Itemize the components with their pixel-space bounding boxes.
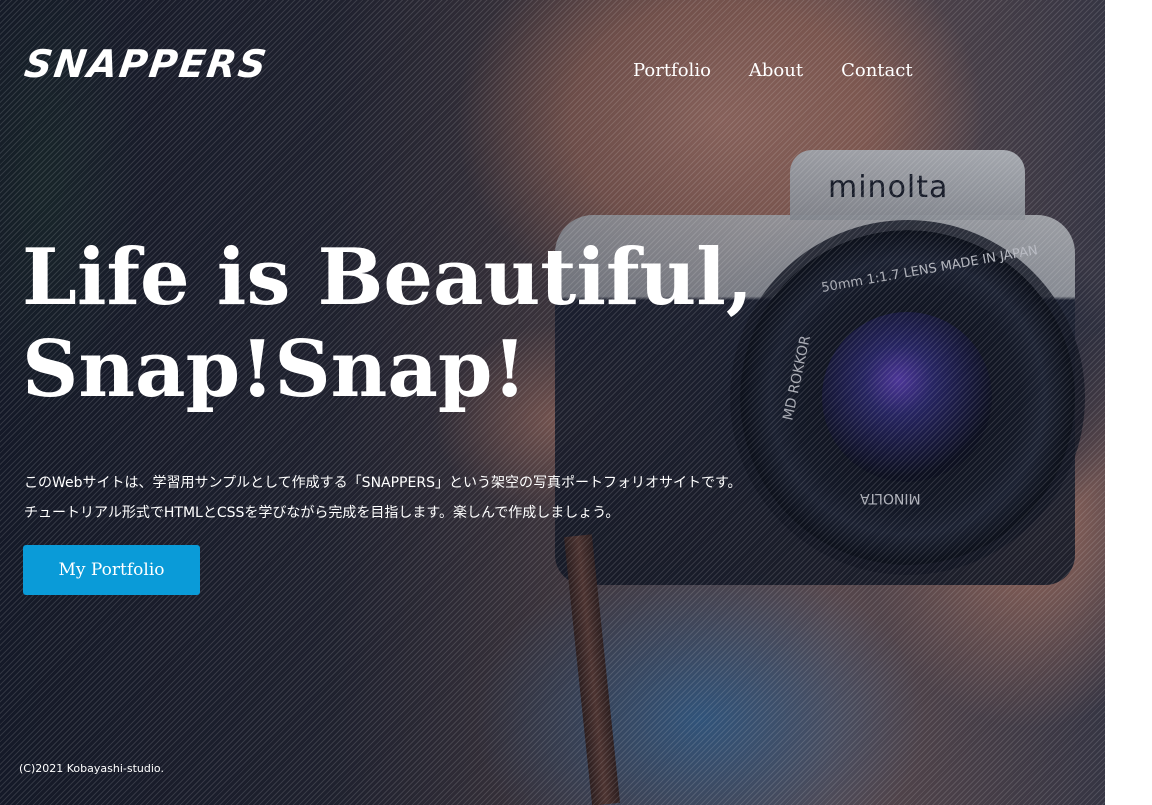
description-line-2: チュートリアル形式でHTMLとCSSを学びながら完成を目指します。楽しんで作成し… — [24, 505, 620, 521]
headline-line-1: Life is Beautiful, — [22, 232, 754, 323]
nav-link-about[interactable]: About — [749, 60, 803, 81]
main-nav: Portfolio About Contact — [633, 60, 913, 81]
hero-description: このWebサイトは、学習用サンプルとして作成する「SNAPPERS」という架空の… — [24, 468, 742, 528]
my-portfolio-button[interactable]: My Portfolio — [23, 545, 200, 595]
copyright-text: (C)2021 Kobayashi-studio. — [19, 762, 164, 775]
lens-brand-text: MINOLTA — [860, 490, 921, 506]
site-logo[interactable]: SNAPPERS — [22, 42, 271, 86]
nav-link-portfolio[interactable]: Portfolio — [633, 60, 711, 81]
nav-link-contact[interactable]: Contact — [841, 60, 912, 81]
hero-headline: Life is Beautiful, Snap!Snap! — [22, 232, 753, 416]
headline-line-2: Snap!Snap! — [22, 324, 527, 415]
description-line-1: このWebサイトは、学習用サンプルとして作成する「SNAPPERS」という架空の… — [24, 475, 742, 491]
hero-section: minolta 50mm 1:1.7 LENS MADE IN JAPAN MD… — [0, 0, 1105, 805]
camera-brand-mark: minolta — [828, 170, 949, 205]
lens-glass-image — [822, 312, 992, 482]
